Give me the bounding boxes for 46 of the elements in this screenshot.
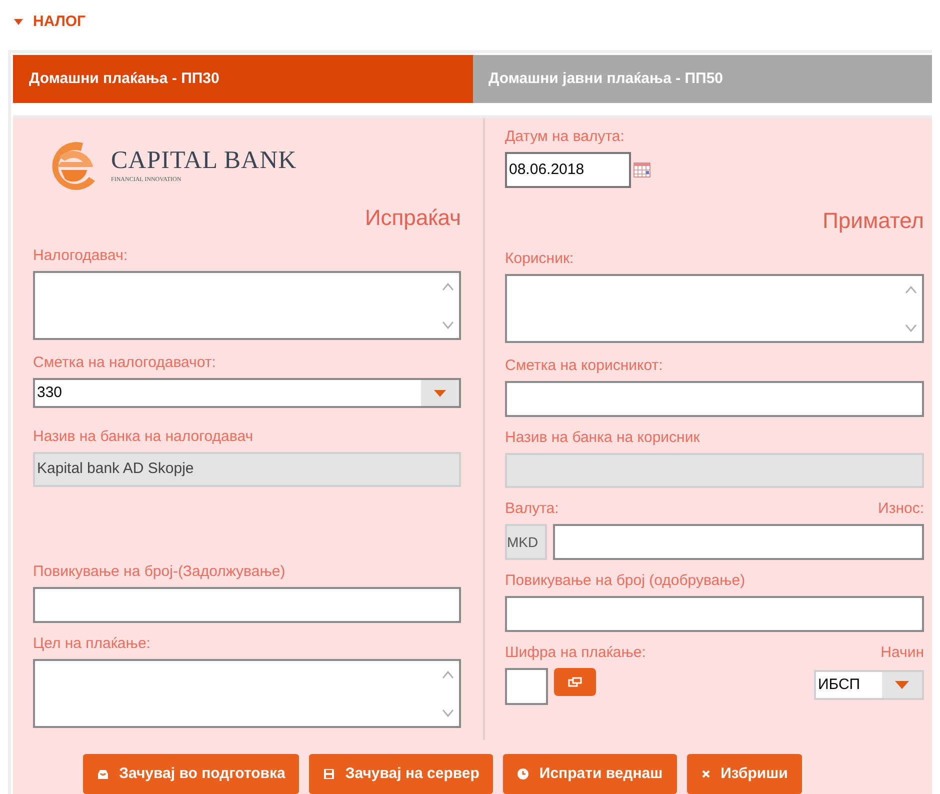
select-field[interactable]: ИБСП: [814, 670, 924, 700]
text-input[interactable]: [33, 587, 461, 623]
text-area[interactable]: [505, 274, 924, 343]
field-label: Сметка на налогодавачот:: [33, 353, 217, 373]
field-label: Повикување на број-(Задолжување): [33, 562, 286, 582]
text-input[interactable]: [505, 596, 924, 632]
action-button[interactable]: Избриши: [686, 754, 802, 794]
tab[interactable]: Домашни јавни плаќања - ПП50: [472, 55, 932, 103]
field-label: Износ:: [878, 499, 924, 519]
inbox-icon: [97, 768, 110, 780]
logo-name: CAPITAL BANK: [111, 146, 297, 174]
action-button[interactable]: Испрати веднаш: [503, 754, 677, 794]
caret-icon[interactable]: [14, 19, 23, 25]
text-input[interactable]: [505, 381, 924, 417]
field-label: Начин: [880, 643, 924, 663]
action-button[interactable]: Зачувај во подготовка: [83, 754, 300, 794]
field-label: Сметка на корисникот:: [505, 356, 664, 376]
field-label: Назив на банка на корисник: [505, 428, 701, 448]
field-label: Шифра на плаќање:: [505, 643, 646, 663]
readonly-field: Kapital bank AD Skopje: [33, 452, 461, 487]
dropdown-caret-icon[interactable]: [882, 672, 922, 698]
field-label: Налогодавач:: [33, 246, 128, 266]
tab[interactable]: Домашни плаќања - ПП30: [13, 55, 472, 103]
code-input[interactable]: [505, 668, 548, 705]
action-button[interactable]: Зачувај на сервер: [309, 754, 494, 794]
field-label: Назив на банка на налогодавач: [33, 427, 254, 447]
dropdown-caret-icon[interactable]: [421, 380, 459, 406]
currency-field: MKD: [505, 524, 547, 560]
field-label: Датум на валута:: [505, 127, 626, 147]
text-area[interactable]: [33, 659, 461, 728]
field-label: Цел на плаќање:: [33, 634, 152, 654]
windows-icon: [568, 677, 582, 687]
section-title: НАЛОГ: [33, 12, 86, 32]
field-label: Корисник:: [505, 249, 575, 269]
date-input[interactable]: 08.06.2018: [505, 152, 631, 188]
select-field[interactable]: 330: [33, 378, 461, 408]
close-icon: [700, 769, 711, 779]
amount-input[interactable]: [553, 524, 924, 560]
calendar-icon[interactable]: [633, 162, 651, 178]
receiver-heading: Примател: [822, 207, 924, 235]
clock-icon: [517, 768, 530, 780]
text-area[interactable]: [33, 271, 461, 340]
sender-heading: Испраќач: [364, 204, 461, 232]
lookup-button[interactable]: [554, 668, 596, 696]
field-label: Валута:: [505, 499, 559, 519]
field-label: Повикување на број (одобрување): [505, 571, 746, 591]
